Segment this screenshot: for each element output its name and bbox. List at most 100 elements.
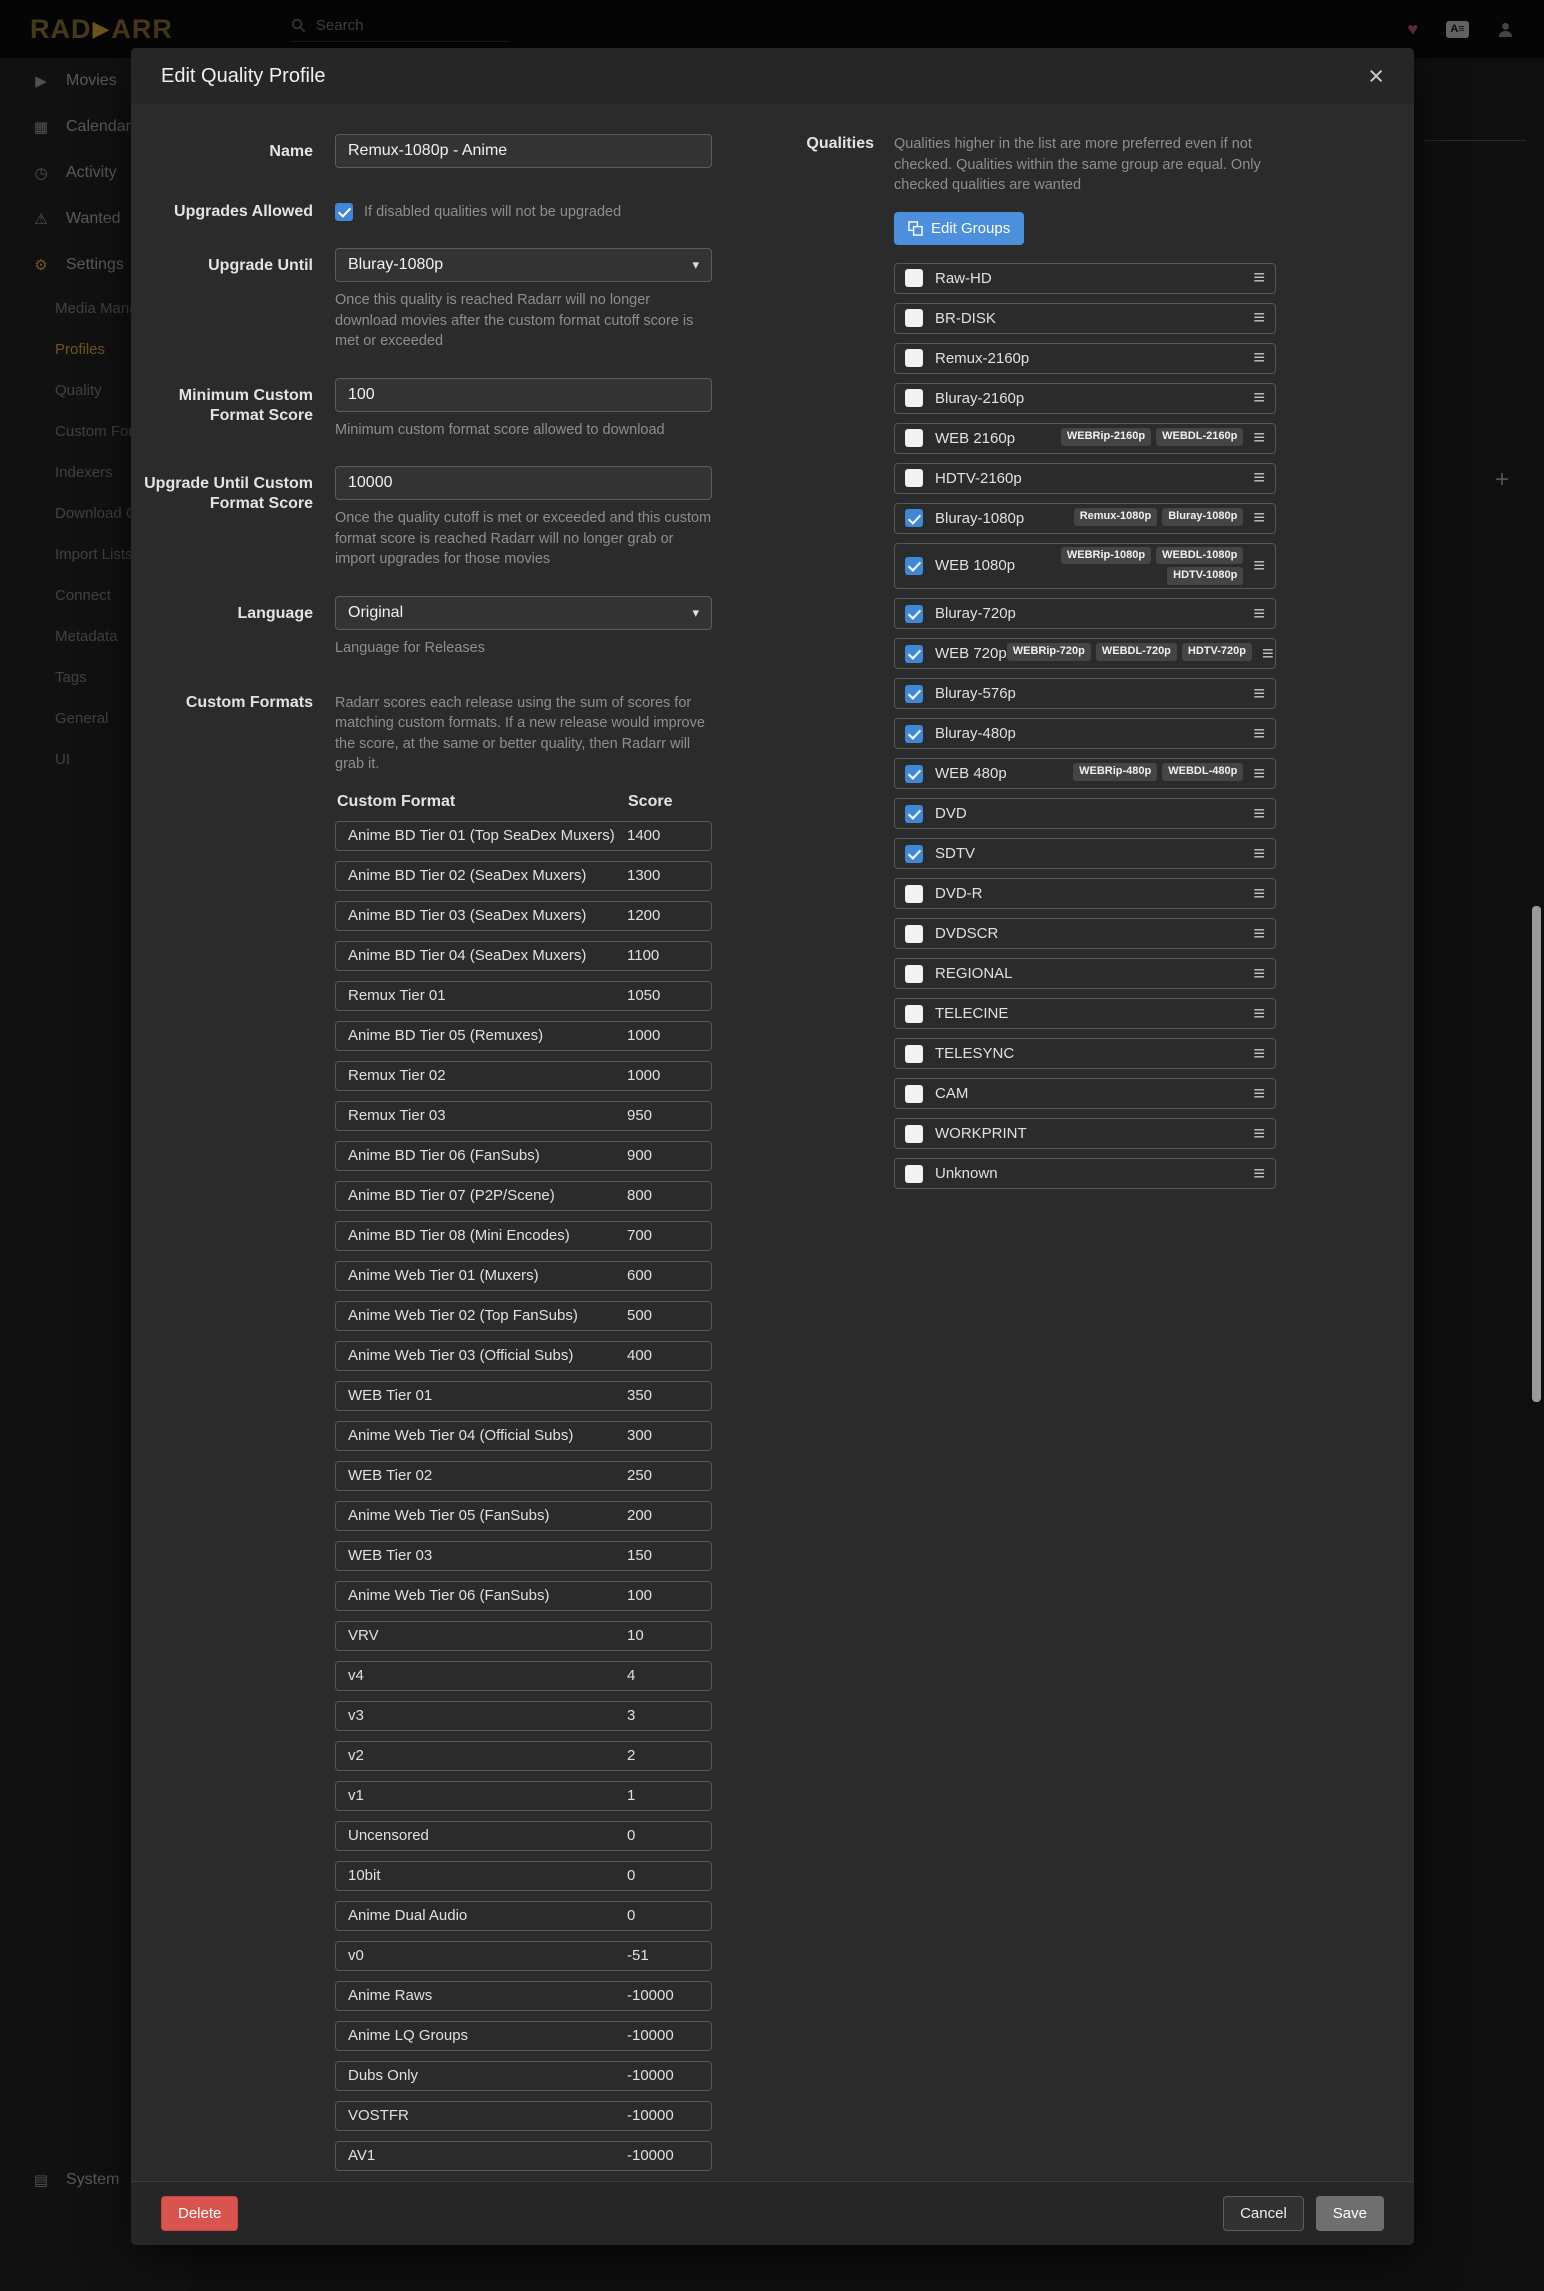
quality-label: Bluray-576p bbox=[935, 685, 1016, 702]
quality-badge: Remux-1080p bbox=[1074, 508, 1158, 526]
upgrade-until-group: Upgrade Until Bluray-1080p ▾ Once this q… bbox=[143, 248, 724, 352]
drag-handle-icon[interactable]: ≡ bbox=[1253, 884, 1265, 904]
page-scrollbar[interactable] bbox=[1532, 58, 1541, 2291]
save-button[interactable]: Save bbox=[1316, 2196, 1384, 2231]
upgrades-allowed-checkbox[interactable] bbox=[335, 203, 353, 221]
custom-format-score: 200 bbox=[627, 1507, 699, 1524]
quality-label: WORKPRINT bbox=[935, 1125, 1027, 1142]
quality-badge: WEBRip-480p bbox=[1073, 763, 1157, 781]
custom-format-score: 700 bbox=[627, 1227, 699, 1244]
drag-handle-icon[interactable]: ≡ bbox=[1253, 468, 1265, 488]
drag-handle-icon[interactable]: ≡ bbox=[1253, 388, 1265, 408]
name-field-group: Name bbox=[143, 134, 724, 168]
quality-checkbox[interactable] bbox=[905, 685, 923, 703]
delete-button[interactable]: Delete bbox=[161, 2196, 238, 2231]
custom-format-row: Anime BD Tier 03 (SeaDex Muxers) 1200 bbox=[335, 901, 712, 931]
quality-checkbox[interactable] bbox=[905, 1045, 923, 1063]
custom-format-score: 4 bbox=[627, 1667, 699, 1684]
custom-format-score: 150 bbox=[627, 1547, 699, 1564]
custom-format-name: v4 bbox=[348, 1667, 627, 1684]
quality-checkbox[interactable] bbox=[905, 885, 923, 903]
quality-badges: WEBRip-480pWEBDL-480p bbox=[1073, 763, 1243, 784]
drag-handle-icon[interactable]: ≡ bbox=[1253, 804, 1265, 824]
custom-format-score: 250 bbox=[627, 1467, 699, 1484]
quality-checkbox[interactable] bbox=[905, 349, 923, 367]
drag-handle-icon[interactable]: ≡ bbox=[1253, 764, 1265, 784]
quality-item: WEB 720p WEBRip-720pWEBDL-720pHDTV-720p … bbox=[894, 638, 1276, 669]
upgrade-until-select[interactable]: Bluray-1080p ▾ bbox=[335, 248, 712, 282]
drag-handle-icon[interactable]: ≡ bbox=[1253, 1164, 1265, 1184]
quality-checkbox[interactable] bbox=[905, 605, 923, 623]
custom-format-row: Anime Dual Audio 0 bbox=[335, 1901, 712, 1931]
custom-format-name: Anime BD Tier 02 (SeaDex Muxers) bbox=[348, 867, 627, 884]
min-format-score-input[interactable] bbox=[335, 378, 712, 412]
min-format-score-group: Minimum Custom Format Score Minimum cust… bbox=[143, 378, 724, 441]
quality-checkbox[interactable] bbox=[905, 965, 923, 983]
quality-checkbox[interactable] bbox=[905, 765, 923, 783]
quality-checkbox[interactable] bbox=[905, 1165, 923, 1183]
edit-groups-button[interactable]: Edit Groups bbox=[894, 212, 1024, 245]
upgrade-until-label: Upgrade Until bbox=[143, 248, 313, 352]
drag-handle-icon[interactable]: ≡ bbox=[1253, 428, 1265, 448]
quality-item: DVD ≡ bbox=[894, 798, 1276, 829]
quality-checkbox[interactable] bbox=[905, 725, 923, 743]
quality-checkbox[interactable] bbox=[905, 269, 923, 287]
quality-checkbox[interactable] bbox=[905, 1125, 923, 1143]
language-label: Language bbox=[143, 596, 313, 659]
drag-handle-icon[interactable]: ≡ bbox=[1253, 308, 1265, 328]
language-select[interactable]: Original ▾ bbox=[335, 596, 712, 630]
drag-handle-icon[interactable]: ≡ bbox=[1253, 1124, 1265, 1144]
quality-label: SDTV bbox=[935, 845, 975, 862]
drag-handle-icon[interactable]: ≡ bbox=[1253, 604, 1265, 624]
upgrade-until-help: Once this quality is reached Radarr will… bbox=[335, 290, 712, 352]
quality-list: Raw-HD ≡ BR-DISK bbox=[894, 263, 1276, 1190]
close-icon[interactable]: × bbox=[1368, 63, 1384, 90]
quality-checkbox[interactable] bbox=[905, 845, 923, 863]
drag-handle-icon[interactable]: ≡ bbox=[1253, 1084, 1265, 1104]
custom-format-name: Anime BD Tier 03 (SeaDex Muxers) bbox=[348, 907, 627, 924]
drag-handle-icon[interactable]: ≡ bbox=[1253, 684, 1265, 704]
name-label: Name bbox=[143, 134, 313, 168]
custom-format-name: v3 bbox=[348, 1707, 627, 1724]
quality-checkbox[interactable] bbox=[905, 557, 923, 575]
custom-format-name: Anime LQ Groups bbox=[348, 2027, 627, 2044]
drag-handle-icon[interactable]: ≡ bbox=[1253, 348, 1265, 368]
drag-handle-icon[interactable]: ≡ bbox=[1253, 724, 1265, 744]
scrollbar-thumb[interactable] bbox=[1532, 906, 1541, 1402]
quality-checkbox[interactable] bbox=[905, 309, 923, 327]
drag-handle-icon[interactable]: ≡ bbox=[1253, 1004, 1265, 1024]
drag-handle-icon[interactable]: ≡ bbox=[1253, 1044, 1265, 1064]
name-input[interactable] bbox=[335, 134, 712, 168]
quality-checkbox[interactable] bbox=[905, 429, 923, 447]
drag-handle-icon[interactable]: ≡ bbox=[1253, 964, 1265, 984]
upgrade-until-score-input[interactable] bbox=[335, 466, 712, 500]
drag-handle-icon[interactable]: ≡ bbox=[1262, 644, 1274, 664]
custom-format-row: WEB Tier 03 150 bbox=[335, 1541, 712, 1571]
custom-format-row: Anime BD Tier 08 (Mini Encodes) 700 bbox=[335, 1221, 712, 1251]
custom-formats-group: Custom Formats Radarr scores each releas… bbox=[143, 685, 724, 2181]
modal-title: Edit Quality Profile bbox=[161, 65, 326, 88]
quality-label: CAM bbox=[935, 1085, 968, 1102]
profile-form: Name Upgrades Allowed If disabled qualit… bbox=[143, 134, 724, 2181]
custom-format-score: -10000 bbox=[627, 2147, 699, 2164]
cancel-button[interactable]: Cancel bbox=[1223, 2196, 1304, 2231]
qualities-help: Qualities higher in the list are more pr… bbox=[894, 134, 1276, 196]
drag-handle-icon[interactable]: ≡ bbox=[1253, 556, 1265, 576]
quality-badges: Remux-1080pBluray-1080p bbox=[1074, 508, 1244, 529]
drag-handle-icon[interactable]: ≡ bbox=[1253, 924, 1265, 944]
custom-format-score: 500 bbox=[627, 1307, 699, 1324]
quality-checkbox[interactable] bbox=[905, 925, 923, 943]
custom-format-name: Anime BD Tier 01 (Top SeaDex Muxers) bbox=[348, 827, 627, 844]
quality-checkbox[interactable] bbox=[905, 389, 923, 407]
quality-checkbox[interactable] bbox=[905, 509, 923, 527]
quality-checkbox[interactable] bbox=[905, 805, 923, 823]
quality-checkbox[interactable] bbox=[905, 469, 923, 487]
quality-item: Unknown ≡ bbox=[894, 1158, 1276, 1189]
drag-handle-icon[interactable]: ≡ bbox=[1253, 268, 1265, 288]
quality-checkbox[interactable] bbox=[905, 1005, 923, 1023]
quality-checkbox[interactable] bbox=[905, 645, 923, 663]
quality-checkbox[interactable] bbox=[905, 1085, 923, 1103]
drag-handle-icon[interactable]: ≡ bbox=[1253, 508, 1265, 528]
drag-handle-icon[interactable]: ≡ bbox=[1253, 844, 1265, 864]
custom-format-row: Anime Web Tier 01 (Muxers) 600 bbox=[335, 1261, 712, 1291]
